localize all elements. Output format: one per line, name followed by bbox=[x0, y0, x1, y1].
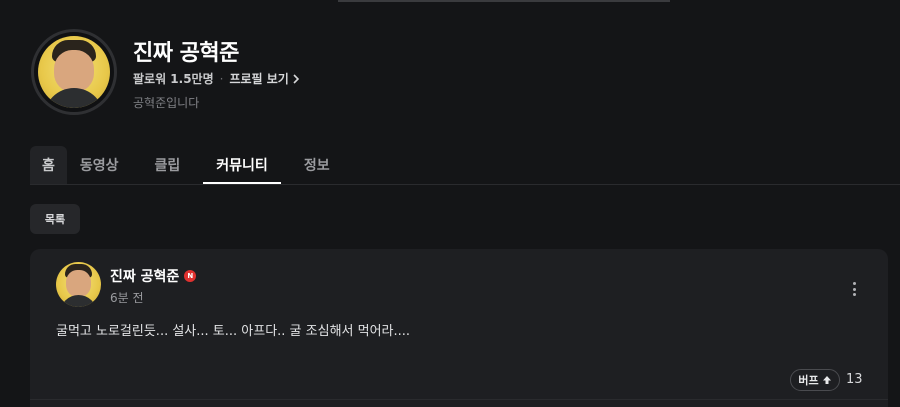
post-author: 진짜 공혁준 N bbox=[110, 266, 197, 286]
post-author-name[interactable]: 진짜 공혁준 bbox=[110, 266, 179, 286]
tab-divider bbox=[30, 184, 900, 185]
chevron-right-icon bbox=[293, 73, 299, 84]
channel-tabs: 홈 동영상 클립 커뮤니티 정보 bbox=[30, 146, 353, 184]
channel-meta: 팔로워 1.5만명 · 프로필 보기 bbox=[133, 70, 300, 87]
buff-label: 버프 bbox=[798, 374, 819, 387]
channel-name: 진짜 공혁준 bbox=[133, 41, 239, 66]
top-scroll-indicator bbox=[338, 0, 670, 2]
tab-clips[interactable]: 클립 bbox=[142, 146, 194, 184]
tab-community[interactable]: 커뮤니티 bbox=[203, 146, 281, 184]
buff-count: 13 bbox=[846, 372, 863, 387]
post-content: 굴먹고 노로걸린듯... 설사... 토... 아프다.. 굴 조심해서 먹어라… bbox=[56, 324, 411, 339]
follower-count: 팔로워 1.5만명 bbox=[133, 72, 214, 86]
avatar-image bbox=[38, 36, 110, 108]
channel-avatar[interactable] bbox=[31, 29, 117, 115]
separator-dot: · bbox=[219, 71, 224, 86]
post-timestamp: 6분 전 bbox=[110, 291, 144, 305]
tab-info[interactable]: 정보 bbox=[291, 146, 343, 184]
profile-view-label: 프로필 보기 bbox=[229, 72, 289, 86]
post-author-avatar[interactable] bbox=[56, 262, 101, 307]
card-divider bbox=[30, 399, 888, 400]
tab-home[interactable]: 홈 bbox=[30, 146, 67, 184]
channel-description: 공혁준입니다 bbox=[133, 96, 200, 110]
profile-view-link[interactable]: 프로필 보기 bbox=[229, 70, 299, 87]
community-post: 진짜 공혁준 N 6분 전 굴먹고 노로걸린듯... 설사... 토... 아프… bbox=[30, 249, 888, 407]
more-vertical-icon[interactable] bbox=[848, 280, 860, 298]
tab-videos[interactable]: 동영상 bbox=[67, 146, 132, 184]
partner-badge-icon: N bbox=[184, 270, 197, 282]
buff-button[interactable]: 버프 bbox=[790, 369, 840, 391]
arrow-up-icon bbox=[822, 376, 831, 384]
list-button[interactable]: 목록 bbox=[30, 204, 80, 234]
